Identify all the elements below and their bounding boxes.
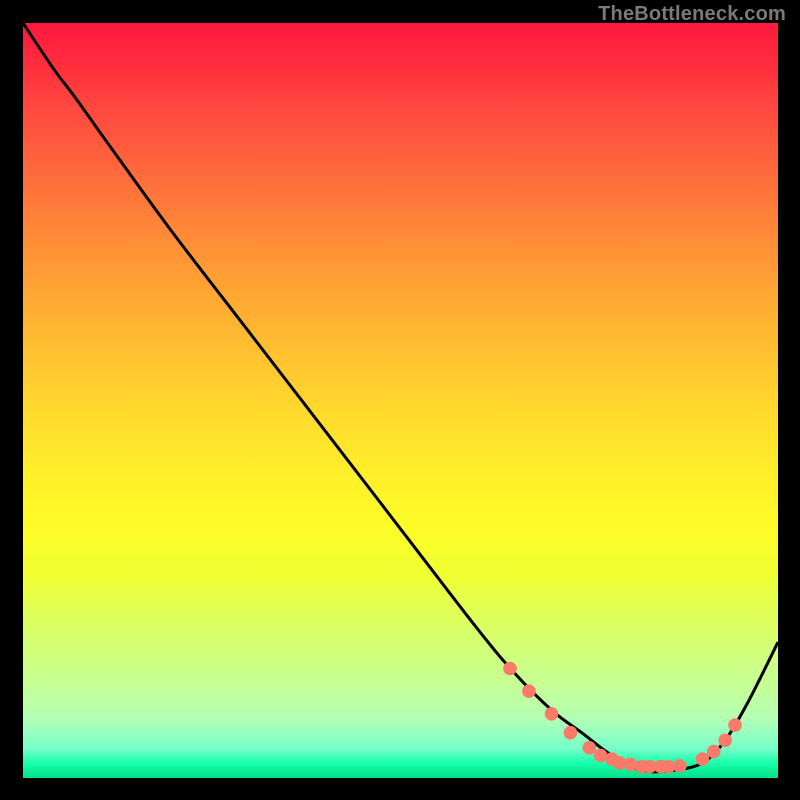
- data-marker: [707, 745, 721, 759]
- watermark-text: TheBottleneck.com: [598, 3, 786, 26]
- data-marker: [624, 758, 638, 772]
- plot-area: [23, 23, 778, 778]
- data-marker: [564, 726, 578, 740]
- data-marker: [583, 741, 597, 755]
- data-marker: [696, 752, 710, 766]
- data-marker: [522, 684, 536, 698]
- chart-svg: [23, 23, 778, 778]
- data-marker: [673, 759, 687, 773]
- marker-group: [503, 662, 742, 774]
- data-marker: [545, 707, 559, 721]
- curve-path: [23, 23, 778, 772]
- data-marker: [503, 662, 517, 676]
- data-marker: [718, 734, 732, 748]
- chart-stage: TheBottleneck.com: [0, 0, 800, 800]
- data-marker: [728, 718, 742, 732]
